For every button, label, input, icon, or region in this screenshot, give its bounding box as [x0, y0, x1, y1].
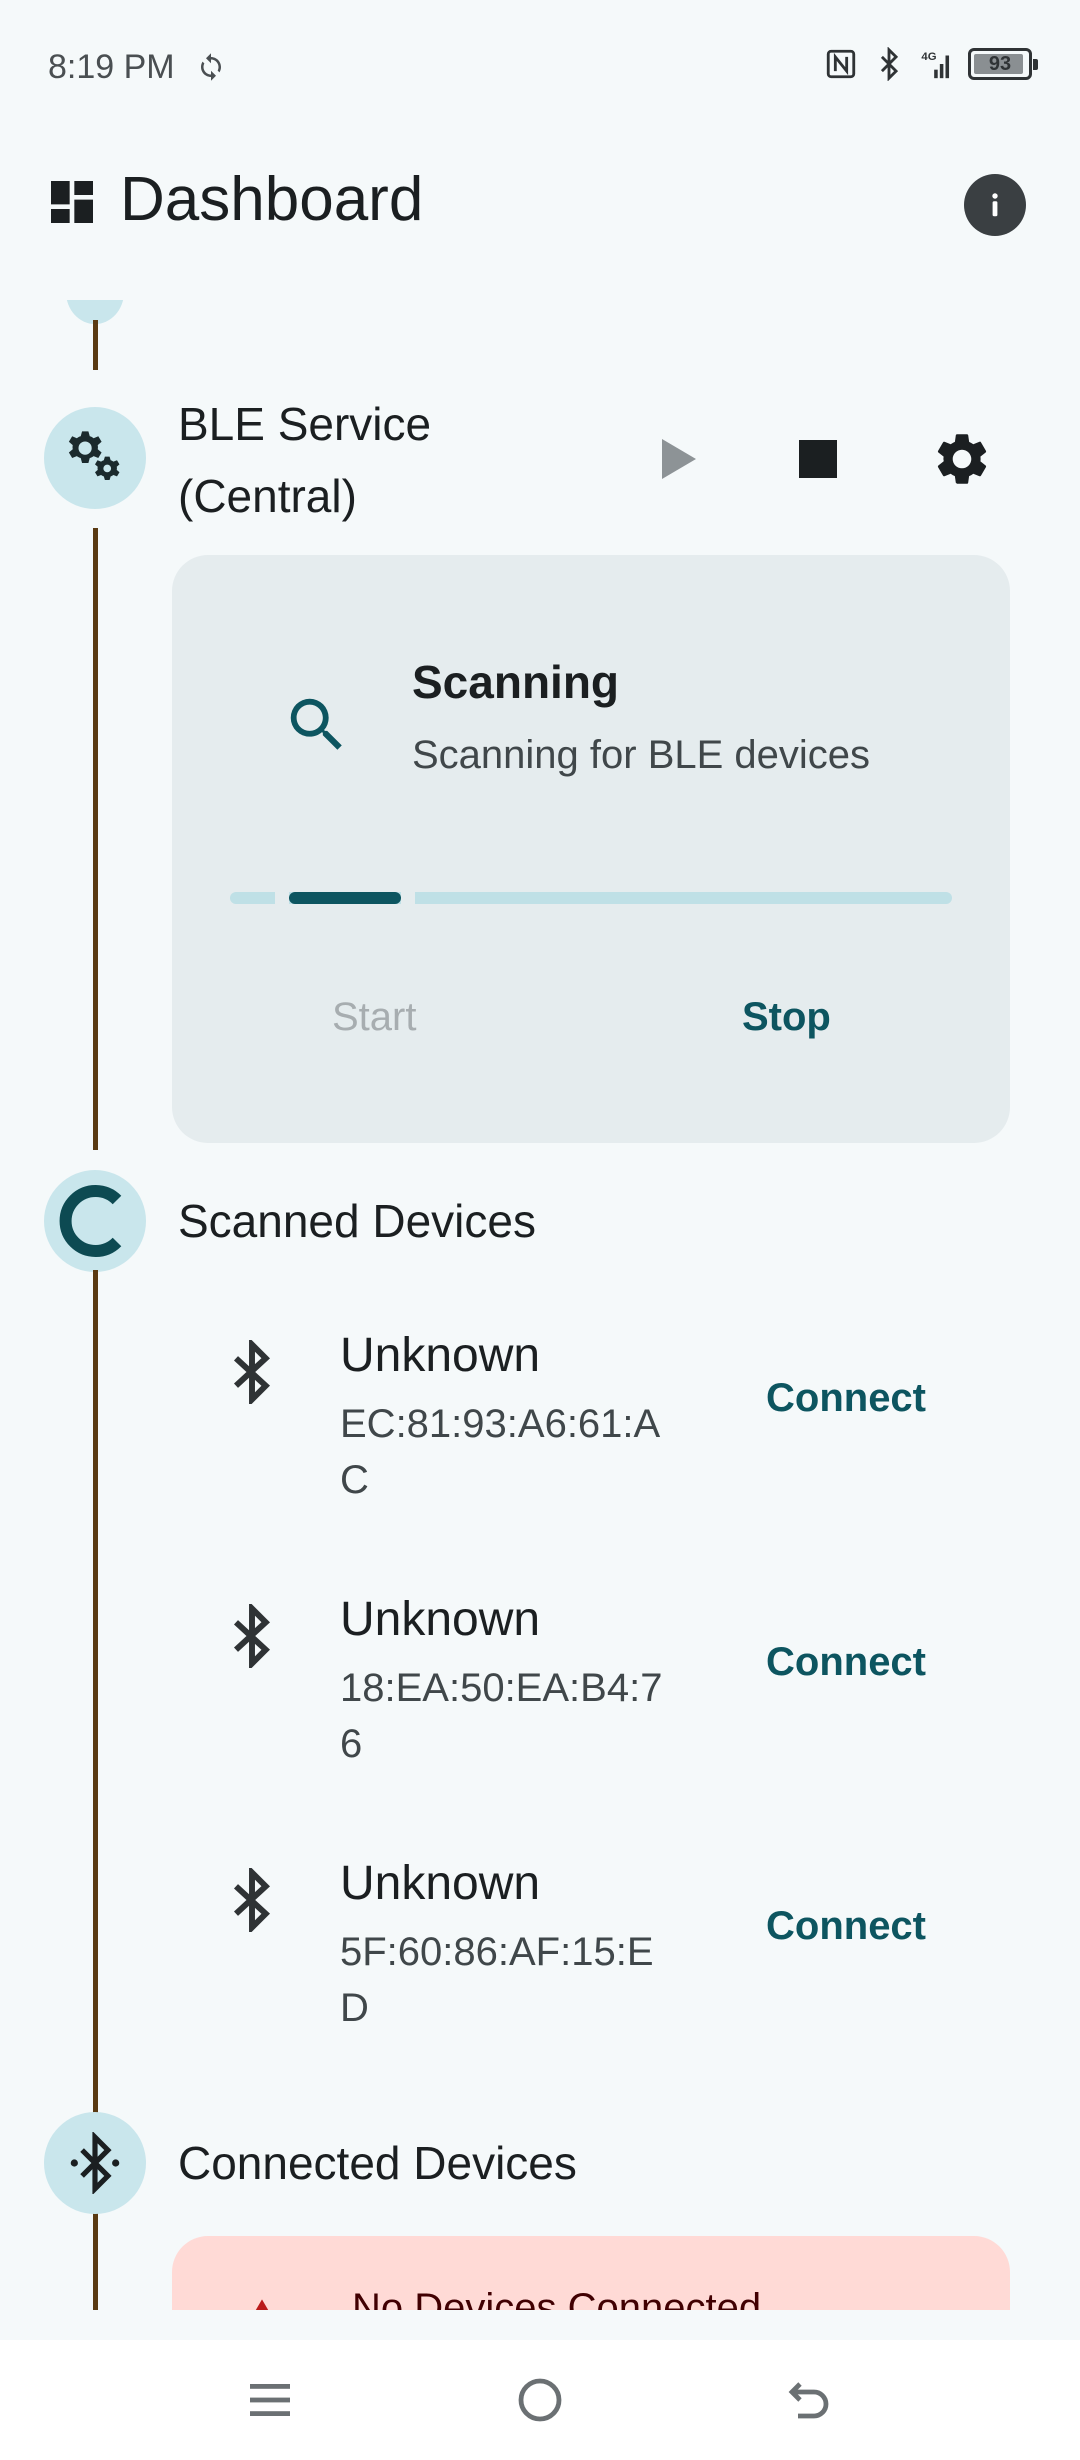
ble-service-title-line1: BLE Service: [178, 398, 432, 450]
device-name: Unknown: [340, 1857, 541, 1910]
scan-progress-bar: [230, 890, 952, 906]
dashboard-icon: [51, 181, 93, 223]
device-row: Unknown EC:81:93:A6:61:AC Connect: [200, 1320, 1020, 1530]
progress-spinner-icon: [59, 1185, 122, 1257]
page-title: Dashboard: [120, 165, 424, 234]
info-button[interactable]: [964, 174, 1026, 236]
timeline-connector: [93, 320, 98, 370]
scanned-devices-node: [44, 1170, 146, 1272]
play-icon: [662, 439, 696, 479]
gears-icon: [68, 431, 120, 480]
status-time: 8:19 PM: [48, 48, 175, 86]
info-icon: [992, 193, 998, 217]
timeline-list: BLE Service (Central) Scanning Scanning …: [0, 300, 1080, 2310]
play-button[interactable]: [638, 419, 718, 499]
scanning-subtitle: Scanning for BLE devices: [412, 733, 871, 777]
device-row: Unknown 18:EA:50:EA:B4:76 Connect: [200, 1584, 1020, 1794]
battery-indicator: 93: [968, 48, 1038, 80]
home-button[interactable]: [510, 2370, 570, 2430]
connect-button[interactable]: Connect: [766, 1904, 926, 1949]
bluetooth-icon: [233, 1340, 271, 1404]
device-address: 5F:60:86:AF:15:ED: [340, 1930, 654, 2030]
stop-icon: [799, 440, 837, 478]
bluetooth-icon: [233, 1868, 271, 1932]
device-row: Unknown 5F:60:86:AF:15:ED Connect: [200, 1848, 1020, 2058]
device-address: 18:EA:50:EA:B4:76: [340, 1666, 663, 1766]
battery-level: 93: [988, 52, 1012, 75]
device-address: EC:81:93:A6:61:AC: [340, 1402, 661, 1502]
connect-button[interactable]: Connect: [766, 1640, 926, 1685]
scanning-card: Scanning Scanning for BLE devices Start …: [172, 555, 1010, 1143]
warning-icon: [255, 2299, 269, 2310]
ble-service-node: [44, 407, 146, 509]
bluetooth-icon: [233, 1604, 271, 1668]
back-icon: [788, 2382, 829, 2419]
bluetooth-icon: [880, 47, 899, 81]
home-circle-icon: [518, 2378, 562, 2422]
settings-button[interactable]: [922, 419, 1002, 499]
recents-button[interactable]: [240, 2370, 300, 2430]
timeline-connector: [93, 528, 98, 1150]
device-name: Unknown: [340, 1593, 541, 1646]
search-icon: [290, 698, 342, 750]
bluetooth-connected-icon: [70, 2132, 120, 2194]
status-icons: 4G 93: [824, 44, 1038, 84]
back-button[interactable]: [780, 2370, 840, 2430]
nfc-icon: [826, 49, 856, 79]
svg-text:4G: 4G: [921, 51, 936, 63]
scanning-title: Scanning: [412, 656, 620, 708]
signal-icon: 4G: [921, 51, 950, 79]
connect-button[interactable]: Connect: [766, 1376, 926, 1421]
no-devices-card: No Devices Connected: [172, 2236, 1010, 2310]
connected-devices-title: Connected Devices: [178, 2137, 577, 2189]
no-devices-text: No Devices Connected: [352, 2286, 762, 2310]
app-bar: Dashboard: [0, 136, 1080, 272]
menu-icon: [250, 2384, 290, 2416]
stop-button[interactable]: Stop: [742, 995, 831, 1040]
ble-service-title: BLE Service (Central): [178, 388, 431, 532]
start-button[interactable]: Start: [332, 995, 416, 1040]
sync-icon: [201, 53, 221, 81]
system-nav-bar: [0, 2340, 1080, 2460]
ble-service-title-line2: (Central): [178, 470, 357, 522]
settings-icon: [937, 434, 987, 484]
progress-indicator: [289, 892, 401, 904]
status-bar: 8:19 PM 4G 93: [0, 0, 1080, 136]
device-name: Unknown: [340, 1329, 541, 1382]
connected-devices-node: [44, 2112, 146, 2214]
scanned-devices-title: Scanned Devices: [178, 1195, 536, 1247]
stop-service-button[interactable]: [778, 419, 858, 499]
